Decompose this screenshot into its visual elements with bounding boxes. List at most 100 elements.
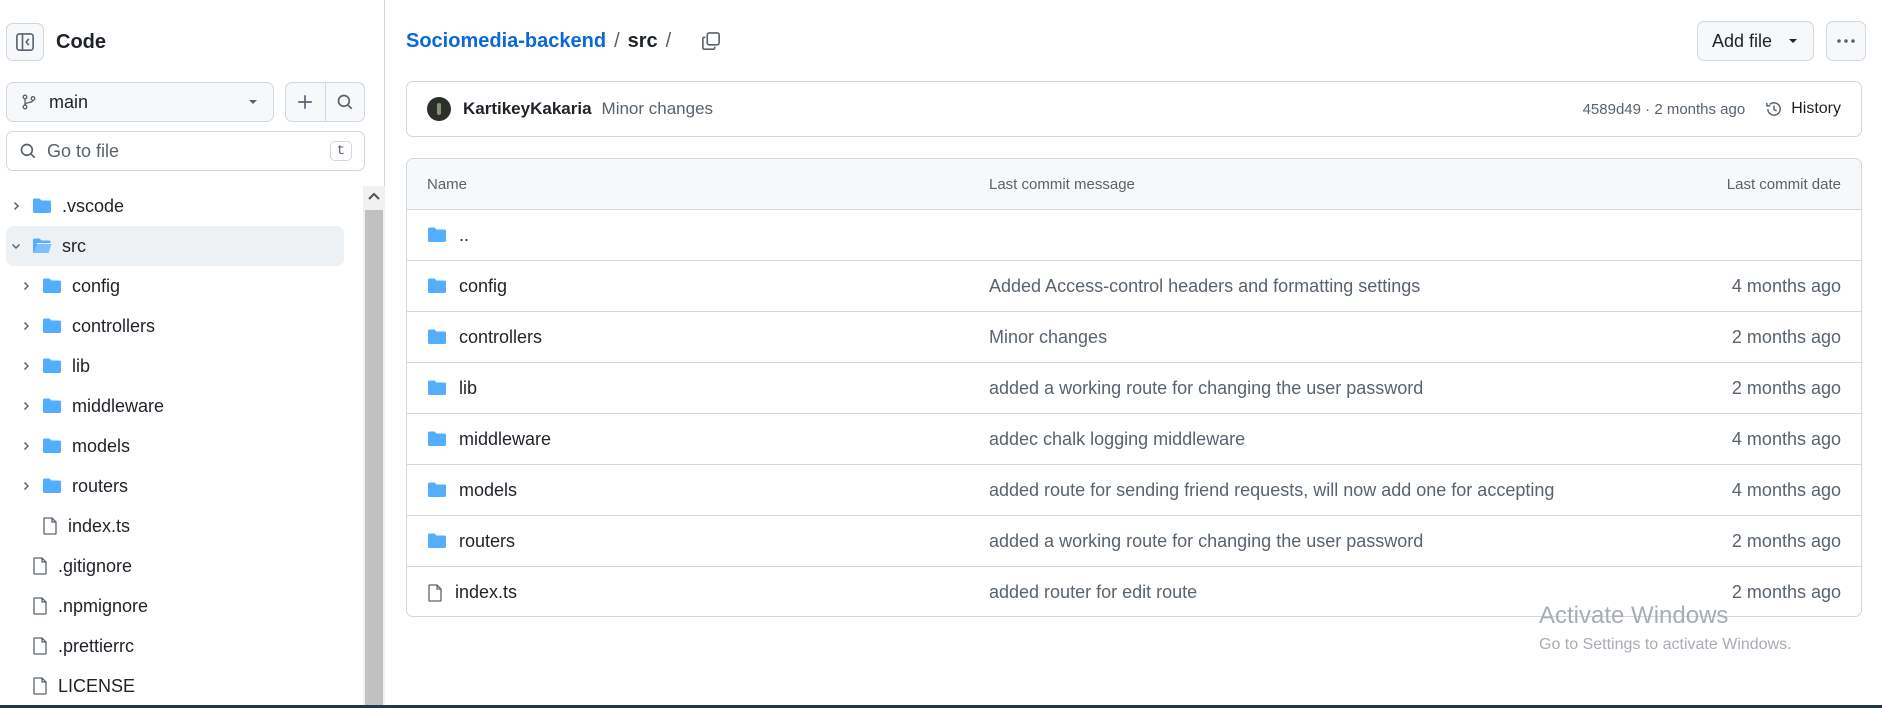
tree-item-middleware[interactable]: middleware bbox=[0, 386, 363, 426]
latest-commit-bar: KartikeyKakaria Minor changes 4589d49 · … bbox=[406, 81, 1862, 137]
tree-item-models[interactable]: models bbox=[0, 426, 363, 466]
sidebar-header: Code bbox=[6, 22, 106, 62]
breadcrumb-current-dir: src bbox=[627, 29, 658, 52]
chevron-right-icon[interactable] bbox=[18, 400, 34, 412]
history-link[interactable]: History bbox=[1765, 100, 1841, 118]
breadcrumb-repo-link[interactable]: Sociomedia-backend bbox=[406, 30, 606, 53]
cell-commit-message[interactable]: addec chalk logging middleware bbox=[989, 429, 1611, 450]
tree-item-vscode[interactable]: .vscode bbox=[0, 186, 363, 226]
scrollbar-thumb[interactable] bbox=[365, 210, 383, 708]
tree-item-label: .gitignore bbox=[58, 555, 133, 576]
file-icon bbox=[42, 517, 58, 535]
cell-commit-message[interactable]: added route for sending friend requests,… bbox=[989, 480, 1611, 501]
chevron-right-icon[interactable] bbox=[8, 200, 24, 212]
tree-item-npmignore[interactable]: .npmignore bbox=[0, 586, 363, 626]
table-header: Name Last commit message Last commit dat… bbox=[407, 159, 1861, 210]
chevron-right-icon[interactable] bbox=[18, 320, 34, 332]
entry-name-link[interactable]: routers bbox=[459, 531, 515, 552]
cell-name: .. bbox=[407, 225, 989, 246]
commit-message-link[interactable]: Minor changes bbox=[602, 99, 714, 119]
folder-open-icon bbox=[32, 237, 52, 255]
tree-item-license[interactable]: LICENSE bbox=[0, 666, 363, 706]
folder-icon bbox=[32, 197, 52, 215]
cell-commit-message[interactable]: added a working route for changing the u… bbox=[989, 378, 1611, 399]
tree-item-controllers[interactable]: controllers bbox=[0, 306, 363, 346]
branch-selector[interactable]: main bbox=[6, 82, 274, 122]
breadcrumb-separator: / bbox=[665, 29, 672, 52]
cell-commit-date: 2 months ago bbox=[1731, 326, 1841, 347]
commit-author-link[interactable]: KartikeyKakaria bbox=[463, 99, 592, 119]
directory-table: Name Last commit message Last commit dat… bbox=[406, 158, 1862, 617]
file-icon bbox=[32, 677, 48, 695]
tree-item-label: .vscode bbox=[62, 195, 125, 216]
chevron-right-icon[interactable] bbox=[18, 280, 34, 292]
sidebar-title: Code bbox=[56, 30, 106, 53]
scroll-up-arrow-icon[interactable] bbox=[367, 190, 381, 202]
tree-item-label: src bbox=[62, 235, 86, 256]
cell-commit-date: 4 months ago bbox=[1731, 479, 1841, 500]
windows-activation-watermark: Activate Windows Go to Settings to activ… bbox=[1539, 602, 1792, 654]
add-file-button[interactable]: Add file bbox=[1697, 21, 1814, 61]
cell-commit-message[interactable]: Added Access-control headers and formatt… bbox=[989, 276, 1611, 297]
git-branch-icon bbox=[22, 94, 36, 110]
watermark-title: Activate Windows bbox=[1539, 602, 1729, 629]
chevron-right-icon[interactable] bbox=[18, 480, 34, 492]
folder-icon bbox=[427, 481, 447, 499]
cell-commit-message[interactable]: added a working route for changing the u… bbox=[989, 531, 1611, 552]
tree-item-label: controllers bbox=[72, 315, 156, 336]
cell-commit-message[interactable]: Minor changes bbox=[989, 327, 1611, 348]
entry-name-link[interactable]: middleware bbox=[459, 429, 551, 450]
search-icon bbox=[20, 143, 36, 159]
commit-sha-time[interactable]: 4589d49 · 2 months ago bbox=[1583, 101, 1746, 118]
tree-item-routers[interactable]: routers bbox=[0, 466, 363, 506]
entry-name-link[interactable]: config bbox=[459, 276, 507, 297]
tree-scrollbar[interactable] bbox=[363, 186, 385, 708]
cell-commit-date: 4 months ago bbox=[1731, 275, 1841, 296]
file-tree: .vscode src config controllers lib middleware… bbox=[0, 186, 363, 706]
header-last-commit-message: Last commit message bbox=[989, 175, 1135, 193]
tree-item-label: .npmignore bbox=[58, 595, 149, 616]
chevron-right-icon[interactable] bbox=[18, 440, 34, 452]
tree-item-src[interactable]: src bbox=[6, 226, 344, 266]
tree-item-lib[interactable]: lib bbox=[0, 346, 363, 386]
add-file-tree-button[interactable] bbox=[286, 83, 325, 121]
cell-name: config bbox=[407, 276, 989, 297]
avatar[interactable] bbox=[427, 97, 451, 121]
table-row[interactable]: config Added Access-control headers and f… bbox=[407, 261, 1861, 312]
go-to-file-input[interactable] bbox=[47, 140, 330, 162]
go-to-file-field[interactable]: t bbox=[6, 131, 365, 171]
shortcut-key-hint: t bbox=[329, 141, 352, 161]
search-tree-button[interactable] bbox=[324, 83, 365, 121]
entry-name-link[interactable]: index.ts bbox=[455, 582, 517, 603]
file-icon bbox=[427, 583, 443, 602]
file-icon bbox=[32, 637, 48, 655]
table-row[interactable]: .. bbox=[407, 210, 1861, 261]
folder-icon bbox=[42, 357, 62, 375]
cell-name: middleware bbox=[407, 429, 989, 450]
tree-item-label: config bbox=[72, 275, 121, 296]
chevron-right-icon[interactable] bbox=[18, 360, 34, 372]
chevron-down-icon[interactable] bbox=[8, 240, 24, 252]
collapse-sidebar-button[interactable] bbox=[6, 23, 44, 61]
entry-name-link[interactable]: models bbox=[459, 480, 517, 501]
table-row[interactable]: models added route for sending friend req… bbox=[407, 465, 1861, 516]
copy-path-button[interactable] bbox=[701, 31, 721, 51]
tree-item-label: models bbox=[72, 435, 131, 456]
tree-item-index-ts[interactable]: index.ts bbox=[0, 506, 363, 546]
table-row[interactable]: middleware addec chalk logging middleware… bbox=[407, 414, 1861, 465]
table-row[interactable]: routers added a working route for changin… bbox=[407, 516, 1861, 567]
folder-icon bbox=[427, 532, 447, 550]
file-icon bbox=[32, 597, 48, 615]
tree-item-prettierrc[interactable]: .prettierrc bbox=[0, 626, 363, 666]
cell-commit-message[interactable]: added router for edit route bbox=[989, 582, 1611, 603]
tree-item-config[interactable]: config bbox=[0, 266, 363, 306]
folder-icon bbox=[42, 477, 62, 495]
entry-name-link[interactable]: controllers bbox=[459, 327, 542, 348]
entry-name-link[interactable]: lib bbox=[459, 378, 477, 399]
table-row[interactable]: controllers Minor changes 2 months ago bbox=[407, 312, 1861, 363]
more-options-button[interactable] bbox=[1826, 21, 1866, 61]
file-tree-sidebar: Code main Go to file t .vscode src confi… bbox=[0, 0, 385, 708]
entry-name-link[interactable]: .. bbox=[459, 225, 469, 246]
table-row[interactable]: lib added a working route for changing th… bbox=[407, 363, 1861, 414]
tree-item-gitignore[interactable]: .gitignore bbox=[0, 546, 363, 586]
